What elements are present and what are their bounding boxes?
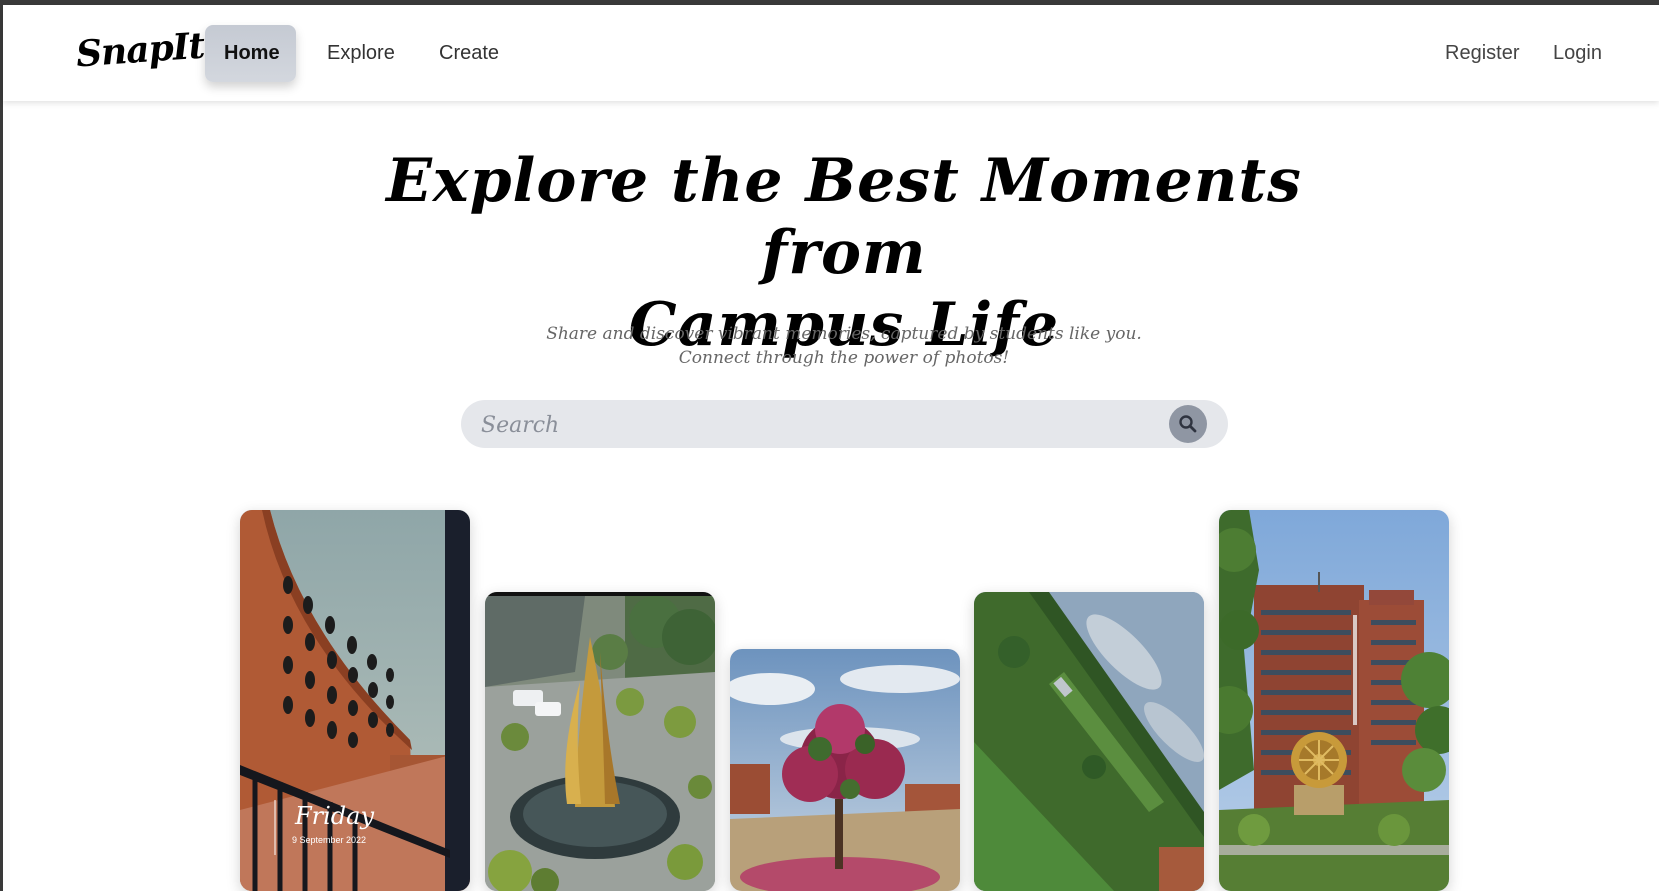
hero-subtitle: Share and discover vibrant memories, cap… <box>479 322 1209 370</box>
hero-subtitle-line-1: Share and discover vibrant memories, cap… <box>546 324 1142 344</box>
photo-card-flowering-tree[interactable] <box>730 649 960 891</box>
navbar: SnapIt Home Explore Create Register Logi… <box>3 5 1659 101</box>
hero-subtitle-line-2: Connect through the power of photos! <box>678 348 1010 368</box>
search-button[interactable] <box>1169 405 1207 443</box>
window-left-border <box>0 0 3 891</box>
photo-card-curved-brick-building[interactable]: Friday 9 September 2022 <box>240 510 470 891</box>
search-icon <box>1179 415 1197 433</box>
photo-card-tilted-landscape[interactable] <box>974 592 1204 891</box>
flowering-tree-photo <box>730 649 960 891</box>
hero-title-line-1: Explore the Best Moments from <box>386 146 1302 288</box>
nav-home-link[interactable]: Home <box>205 25 296 82</box>
photo-overlay-date: 9 September 2022 <box>292 835 367 845</box>
search-input[interactable] <box>479 400 1163 450</box>
photo-card-golden-sculpture[interactable] <box>485 592 715 891</box>
nav-login-link[interactable]: Login <box>1534 25 1621 82</box>
photo-card-ashoka-chakra-building[interactable] <box>1219 510 1449 891</box>
tilted-landscape-photo <box>974 592 1204 891</box>
brand-logo[interactable]: SnapIt <box>75 25 206 76</box>
ashoka-chakra-building-photo <box>1219 510 1449 891</box>
golden-sculpture-photo <box>485 592 715 891</box>
nav-register-link[interactable]: Register <box>1426 25 1538 82</box>
photo-overlay-day: Friday <box>295 802 375 830</box>
curved-brick-building-photo <box>240 510 470 891</box>
nav-create-link[interactable]: Create <box>420 25 518 82</box>
search-bar <box>461 400 1228 450</box>
nav-explore-link[interactable]: Explore <box>308 25 414 82</box>
